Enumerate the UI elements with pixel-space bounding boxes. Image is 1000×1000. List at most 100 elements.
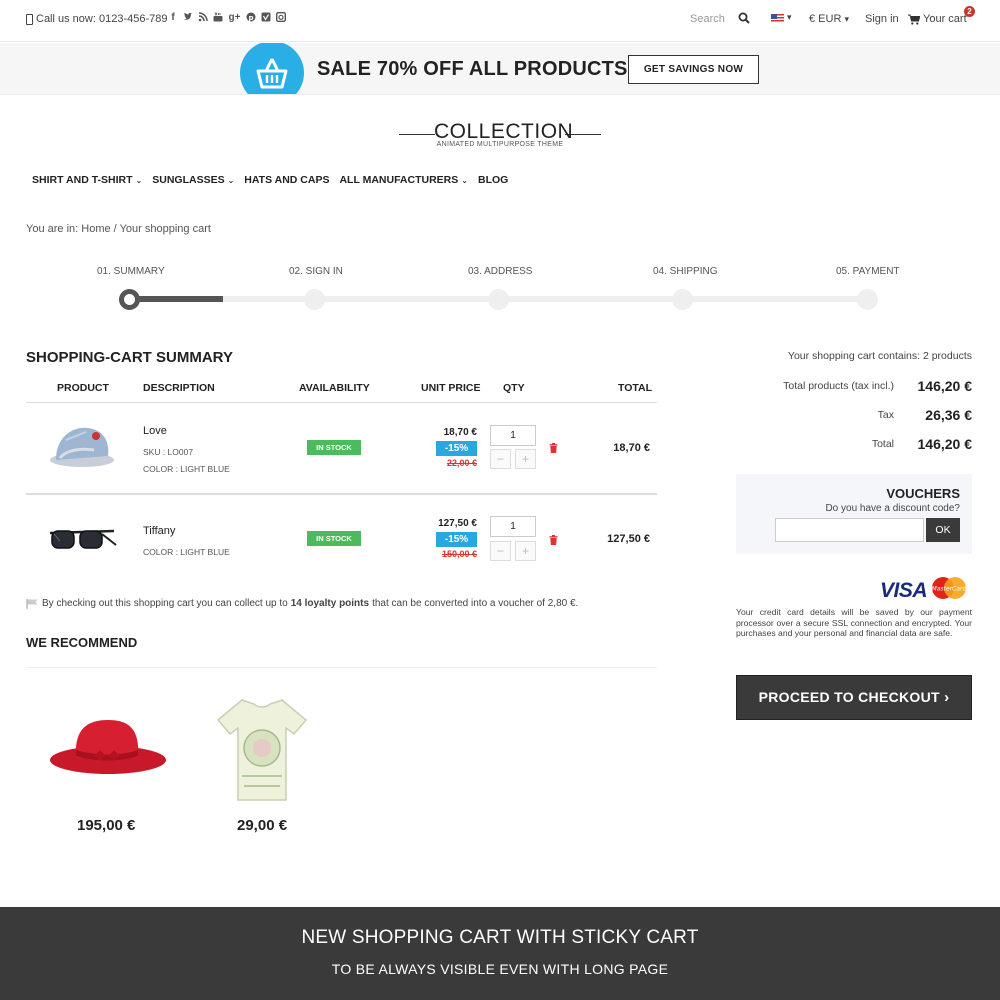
discount-code-input[interactable] (775, 518, 924, 542)
nav-label: HATS AND CAPS (244, 174, 330, 186)
product-color: COLOR : LIGHT BLUE (143, 464, 230, 474)
product-sku: SKU : LO007 (143, 447, 194, 457)
summary-label: Total (871, 438, 894, 450)
pinterest-icon[interactable]: p (246, 12, 256, 24)
proceed-to-checkout-button[interactable]: PROCEED TO CHECKOUT › (736, 675, 972, 720)
quantity-increase-button[interactable]: + (515, 449, 536, 469)
nav-item-sunglasses[interactable]: SUNGLASSES ⌄ (152, 174, 234, 186)
apply-voucher-button[interactable]: OK (926, 518, 960, 542)
currency-selector[interactable]: € EUR ▾ (809, 13, 849, 25)
old-price: 22,00 € (446, 458, 477, 468)
basket-logo (240, 43, 304, 94)
twitter-icon[interactable] (183, 12, 193, 24)
unit-price: 18,70 € (443, 427, 477, 438)
checkout-label: PROCEED TO CHECKOUT (758, 689, 940, 705)
instagram-icon[interactable] (275, 11, 287, 24)
step-summary[interactable]: 01. SUMMARY (97, 266, 165, 277)
breadcrumb: You are in: Home / Your shopping cart (26, 223, 211, 235)
column-header: DESCRIPTION (143, 382, 215, 394)
product-image-tshirt[interactable] (214, 696, 310, 804)
breadcrumb-home[interactable]: Home (81, 223, 110, 235)
chevron-down-icon: ▾ (844, 14, 849, 24)
step-sign-in[interactable]: 02. SIGN IN (289, 266, 343, 277)
search-input[interactable]: Search (690, 13, 725, 25)
phone-text: Call us now: 0123-456-789 (36, 13, 168, 25)
summary-label: Total products (tax incl.) (783, 380, 894, 392)
mobile-phone-icon (26, 13, 33, 25)
quantity-increase-button[interactable]: + (515, 541, 536, 561)
nav-label: ALL MANUFACTURERS (339, 174, 459, 186)
trash-icon[interactable] (549, 443, 558, 453)
line-total: 127,50 € (607, 533, 650, 545)
recommend-title: WE RECOMMEND (26, 635, 138, 650)
step-dot (304, 289, 325, 310)
quantity-decrease-button[interactable]: − (490, 541, 511, 561)
summary-value: 146,20 € (917, 436, 973, 452)
nav-item-hats[interactable]: HATS AND CAPS (244, 174, 329, 186)
product-name-link[interactable]: Love (143, 425, 167, 437)
loyalty-note: By checking out this shopping cart you c… (26, 598, 578, 609)
quantity-input[interactable]: 1 (490, 516, 536, 537)
social-links: f g+ p (168, 11, 287, 24)
summary-value: 146,20 € (917, 378, 973, 394)
top-bar: Call us now: 0123-456-789 f g+ p Search … (0, 0, 1000, 42)
youtube-icon[interactable] (213, 12, 223, 24)
discount-badge: -15% (436, 532, 477, 547)
step-dot-active (119, 289, 140, 310)
payment-security-note: Your credit card details will be saved b… (736, 607, 972, 638)
step-dot (488, 289, 509, 310)
line-total: 18,70 € (613, 442, 650, 454)
product-image-red-hat[interactable] (46, 710, 170, 780)
loyalty-points: 14 loyalty points (290, 598, 370, 609)
nav-item-blog[interactable]: BLOG (478, 174, 508, 186)
step-dot (672, 289, 693, 310)
cart-summary-title: SHOPPING-CART SUMMARY (26, 349, 233, 366)
shopping-basket-icon (256, 58, 288, 89)
old-price: 150,00 € (441, 549, 477, 559)
unit-price: 127,50 € (438, 518, 477, 529)
us-flag-icon[interactable] (771, 14, 784, 23)
nav-label: BLOG (477, 174, 509, 186)
product-color: COLOR : LIGHT BLUE (143, 547, 230, 557)
step-payment[interactable]: 05. PAYMENT (836, 266, 900, 277)
product-image-cap[interactable] (46, 420, 122, 472)
facebook-icon[interactable]: f (168, 12, 178, 24)
step-shipping[interactable]: 04. SHIPPING (653, 266, 717, 277)
nav-label: SHIRT AND T-SHIRT (32, 174, 133, 186)
stock-badge: IN STOCK (307, 440, 361, 455)
breadcrumb-prefix: You are in: (26, 223, 79, 235)
flag-icon (26, 598, 38, 609)
cart-link[interactable]: Your cart (908, 13, 967, 25)
column-header: AVAILABILITY (299, 382, 370, 394)
column-header: QTY (503, 382, 525, 394)
product-name-link[interactable]: Tiffany (143, 525, 175, 537)
product-image-sunglasses[interactable] (46, 525, 118, 555)
google-plus-icon[interactable]: g+ (228, 12, 241, 24)
chevron-down-icon: ⌄ (461, 175, 468, 185)
steps-progress-fill (130, 296, 223, 302)
table-header-divider (26, 402, 657, 403)
loyalty-text-post: that can be converted into a voucher of … (372, 598, 579, 609)
quantity-decrease-button[interactable]: − (490, 449, 511, 469)
get-savings-button[interactable]: GET SAVINGS NOW (628, 55, 759, 84)
sign-in-link[interactable]: Sign in (865, 13, 899, 25)
sale-headline: SALE 70% OFF ALL PRODUCTS (317, 58, 628, 80)
main-nav: SHIRT AND T-SHIRT ⌄ SUNGLASSES ⌄ HATS AND … (32, 174, 508, 186)
vimeo-icon[interactable] (261, 12, 271, 24)
chevron-down-icon: ▾ (787, 12, 792, 22)
step-address[interactable]: 03. ADDRESS (468, 266, 532, 277)
nav-item-shirts[interactable]: SHIRT AND T-SHIRT ⌄ (32, 174, 142, 186)
rss-icon[interactable] (198, 12, 208, 24)
svg-text:p: p (248, 14, 253, 22)
nav-item-manufacturers[interactable]: ALL MANUFACTURERS ⌄ (339, 174, 468, 186)
loyalty-text-pre: By checking out this shopping cart you c… (42, 598, 288, 609)
quantity-input[interactable]: 1 (490, 425, 536, 446)
trash-icon[interactable] (549, 535, 558, 545)
vouchers-title: VOUCHERS (886, 486, 960, 501)
feature-banner: NEW SHOPPING CART WITH STICKY CART TO BE… (0, 907, 1000, 1000)
breadcrumb-separator: / (110, 223, 120, 235)
column-header: TOTAL (618, 382, 653, 394)
site-tagline: ANIMATED MULTIPURPOSE THEME (436, 141, 564, 148)
search-icon[interactable] (738, 12, 750, 24)
chevron-down-icon: ⌄ (227, 175, 235, 185)
